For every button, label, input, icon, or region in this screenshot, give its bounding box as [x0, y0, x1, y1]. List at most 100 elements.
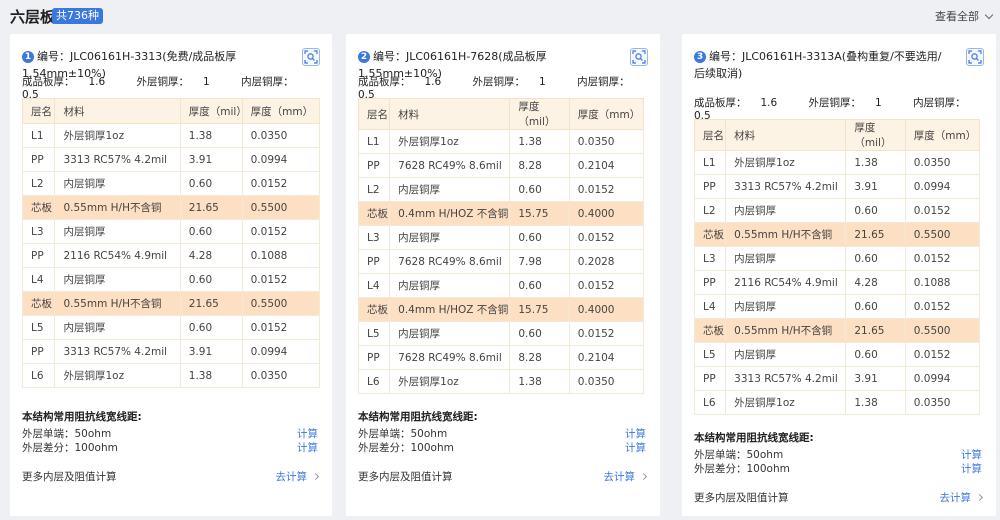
table-row: L5 内层铜厚 0.60 0.0152: [693, 342, 981, 367]
column-header: 材料: [54, 98, 181, 124]
layer-material: 内层铜厚: [54, 315, 181, 340]
zoom-preview-button[interactable]: [630, 48, 648, 66]
stackup-table: 层名 材料 厚度（mil） 厚度（mm） L1 外层铜厚1oz 1.38 0.0350…: [693, 119, 981, 415]
layer-name: L3: [21, 219, 56, 244]
go-calculate-link[interactable]: 去计算: [276, 469, 320, 484]
impedance-label: 外层单端：50ohm: [358, 428, 448, 440]
more-calc-row: 更多内层及阻值计算 去计算: [358, 469, 648, 484]
page-title: 六层板: [10, 8, 56, 26]
layer-material: 3313 RC57% 4.2mil: [54, 339, 181, 364]
thickness-mm: 0.4000: [568, 297, 645, 322]
impedance-label: 外层差分：100ohm: [358, 442, 454, 454]
layer-name: L2: [21, 171, 56, 196]
finished-thickness: 成品板厚： 1.6: [694, 97, 778, 109]
thickness-mm: 0.5500: [904, 222, 981, 247]
thickness-mil: 1.38: [845, 150, 906, 175]
thickness-mm: 0.5500: [241, 195, 321, 220]
layer-material: 内层铜厚: [54, 267, 181, 292]
finished-thickness: 成品板厚： 1.6: [22, 76, 106, 88]
thickness-mil: 0.60: [179, 219, 243, 244]
chevron-right-icon: [311, 472, 320, 481]
calculate-link[interactable]: 计算: [625, 426, 646, 441]
calculate-link[interactable]: 计算: [961, 447, 982, 462]
thickness-mm: 0.0152: [568, 321, 645, 346]
thickness-mm: 0.0994: [904, 174, 981, 199]
thickness-mil: 3.91: [179, 147, 243, 172]
thickness-mil: 4.28: [845, 270, 906, 295]
layer-name: L1: [21, 123, 56, 148]
layer-material: 0.4mm H/HOZ 不含铜: [389, 297, 511, 322]
layer-material: 7628 RC49% 8.6mil: [389, 153, 511, 178]
layer-name: 芯板: [357, 297, 391, 322]
outer-copper: 外层铜厚： 1: [472, 76, 546, 88]
thickness-mil: 21.65: [845, 318, 906, 343]
calculate-link[interactable]: 计算: [297, 426, 318, 441]
go-calculate-link[interactable]: 去计算: [940, 490, 984, 505]
finished-thickness: 成品板厚： 1.6: [358, 76, 442, 88]
layer-material: 外层铜厚1oz: [54, 363, 181, 388]
thickness-mm: 0.0994: [904, 366, 981, 391]
thickness-mm: 0.0350: [241, 123, 321, 148]
zoom-preview-button[interactable]: [966, 48, 984, 66]
thickness-mm: 0.0350: [568, 369, 645, 394]
table-header-row: 层名 材料 厚度（mil） 厚度（mm）: [21, 98, 321, 124]
layer-material: 外层铜厚1oz: [725, 150, 847, 175]
stackup-card: 3 编号：JLC06161H-3313A(叠构重复/不要选用/后续取消) 成品板厚…: [682, 34, 996, 516]
thickness-mil: 21.65: [845, 222, 906, 247]
zoom-scan-icon: [632, 50, 646, 64]
thickness-mil: 3.91: [845, 366, 906, 391]
layer-name: 芯板: [693, 222, 727, 247]
thickness-mil: 0.60: [509, 177, 570, 202]
thickness-mil: 1.38: [179, 123, 243, 148]
column-header: 厚度（mm）: [241, 98, 321, 124]
layer-name: L5: [21, 315, 56, 340]
column-header: 厚度（mil）: [179, 98, 247, 124]
thickness-mm: 0.0152: [904, 342, 981, 367]
stackup-card: 1 编号：JLC06161H-3313(免费/成品板厚1.54mm±10%) 成品…: [10, 34, 332, 516]
table-row: PP 3313 RC57% 4.2mil 3.91 0.0994: [693, 366, 981, 391]
impedance-row: 外层差分：100ohm 计算: [358, 440, 646, 455]
calculate-link[interactable]: 计算: [625, 440, 646, 455]
table-row: PP 3313 RC57% 4.2mil 3.91 0.0994: [693, 174, 981, 199]
layer-material: 0.55mm H/H不含铜: [725, 222, 847, 247]
thickness-mil: 0.60: [509, 321, 570, 346]
layer-material: 内层铜厚: [54, 219, 181, 244]
thickness-mm: 0.0350: [904, 390, 981, 415]
layer-material: 7628 RC49% 8.6mil: [389, 249, 511, 274]
zoom-preview-button[interactable]: [302, 48, 320, 66]
column-header: 厚度（mm）: [904, 119, 981, 151]
outer-copper: 外层铜厚： 1: [808, 97, 882, 109]
table-row: L5 内层铜厚 0.60 0.0152: [21, 315, 321, 340]
layer-material: 外层铜厚1oz: [54, 123, 181, 148]
thickness-mm: 0.1088: [241, 243, 321, 268]
layer-name: PP: [693, 174, 727, 199]
table-row: 芯板 0.4mm H/HOZ 不含铜 15.75 0.4000: [357, 201, 645, 226]
table-row: L2 内层铜厚 0.60 0.0152: [21, 171, 321, 196]
view-all-button[interactable]: 查看全部: [935, 8, 994, 24]
zoom-scan-icon: [304, 50, 318, 64]
thickness-mil: 0.60: [845, 294, 906, 319]
card-number-badge: 2: [358, 51, 370, 63]
layer-material: 内层铜厚: [54, 171, 181, 196]
table-row: 芯板 0.55mm H/H不含铜 21.65 0.5500: [21, 195, 321, 220]
thickness-mil: 21.65: [179, 291, 243, 316]
thickness-mil: 1.38: [845, 390, 906, 415]
layer-material: 内层铜厚: [725, 342, 847, 367]
layer-material: 7628 RC49% 8.6mil: [389, 345, 511, 370]
go-calculate-link[interactable]: 去计算: [604, 469, 648, 484]
layer-name: L2: [357, 177, 391, 202]
layer-material: 内层铜厚: [389, 177, 511, 202]
layer-name: L6: [693, 390, 727, 415]
thickness-mil: 21.65: [179, 195, 243, 220]
thickness-mm: 0.0152: [241, 219, 321, 244]
chevron-right-icon: [639, 472, 648, 481]
layer-material: 外层铜厚1oz: [389, 369, 511, 394]
layer-name: PP: [357, 249, 391, 274]
impedance-row: 外层单端：50ohm 计算: [694, 447, 982, 462]
chevron-right-icon: [975, 493, 984, 502]
table-row: L3 内层铜厚 0.60 0.0152: [357, 225, 645, 250]
calculate-link[interactable]: 计算: [297, 440, 318, 455]
column-header: 层名: [21, 98, 56, 124]
calculate-link[interactable]: 计算: [961, 461, 982, 476]
layer-name: L4: [21, 267, 56, 292]
